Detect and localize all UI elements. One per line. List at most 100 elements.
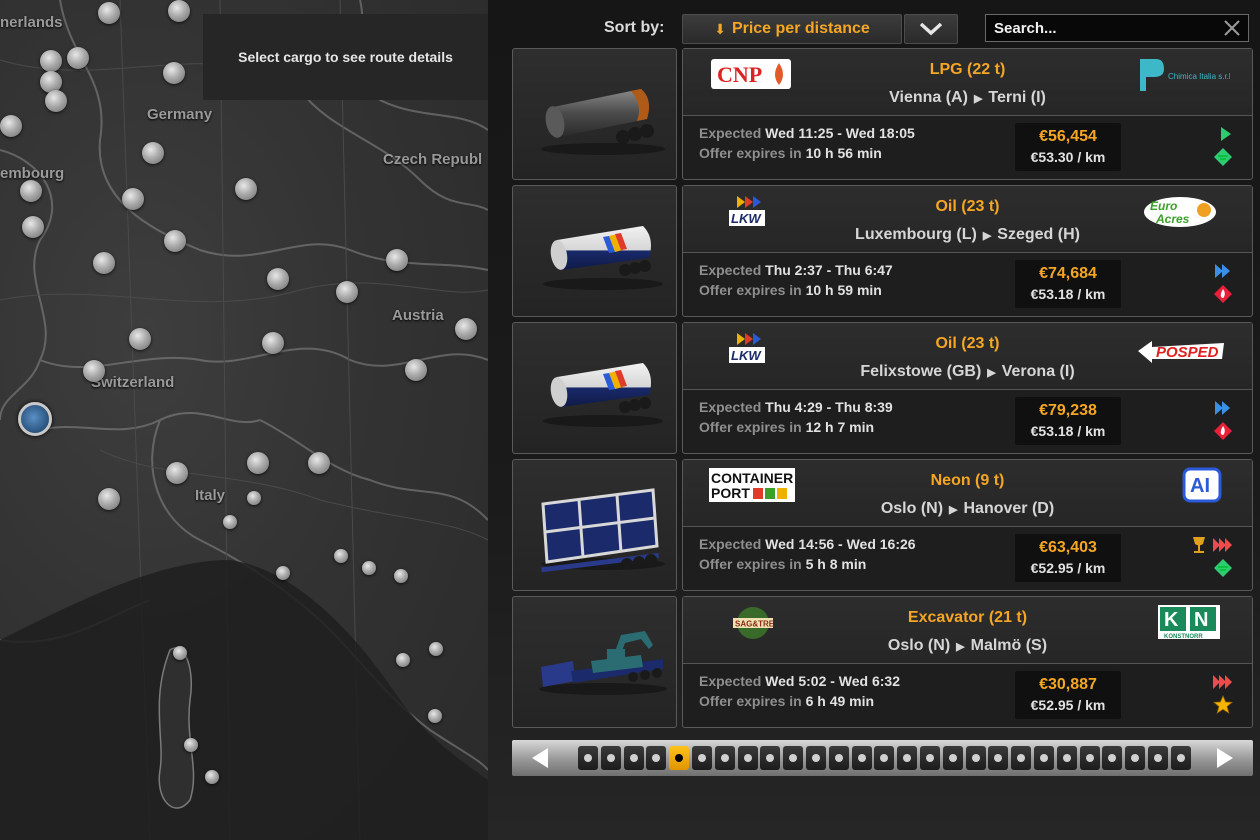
trailer-thumbnail[interactable] [512, 459, 677, 591]
city-marker[interactable] [22, 216, 44, 238]
city-marker[interactable] [205, 770, 219, 784]
page-dot[interactable] [1011, 746, 1032, 770]
cargo-offer[interactable]: CONTAINER PORT Neon (9 t) Oslo (N) ▶ Hanov… [512, 459, 1253, 591]
city-marker[interactable] [98, 2, 120, 24]
page-dot[interactable] [828, 746, 849, 770]
cargo-offer-details[interactable]: SAG&TRE Excavator (21 t) Oslo (N) ▶ Malmö … [682, 596, 1253, 728]
page-dot[interactable] [1170, 746, 1191, 770]
page-dot[interactable] [646, 746, 667, 770]
page-dot[interactable] [965, 746, 986, 770]
city-marker[interactable] [428, 709, 442, 723]
city-marker[interactable] [334, 549, 348, 563]
city-marker[interactable] [164, 230, 186, 252]
page-dot[interactable] [851, 746, 872, 770]
page-dot[interactable] [1125, 746, 1146, 770]
page-dot[interactable] [942, 746, 963, 770]
page-dot[interactable] [920, 746, 940, 770]
page-dot[interactable] [874, 746, 895, 770]
svg-text:KONSTNORR: KONSTNORR [1164, 634, 1203, 640]
expected-label: Expected [699, 399, 762, 415]
next-page-button[interactable] [1197, 740, 1253, 776]
city-marker[interactable] [396, 653, 410, 667]
city-marker[interactable] [267, 268, 289, 290]
page-dot[interactable] [988, 746, 1009, 770]
cargo-offer-details[interactable]: CNP LPG (22 t) Vienna (A) ▶ Terni (I) Chim… [682, 48, 1253, 180]
city-marker[interactable] [40, 50, 62, 72]
page-dot[interactable] [692, 746, 712, 770]
urgency-important-icon [1215, 264, 1230, 278]
city-marker[interactable] [93, 252, 115, 274]
trailer-thumbnail[interactable] [512, 185, 677, 317]
city-marker[interactable] [455, 318, 477, 340]
page-dot[interactable] [1148, 746, 1168, 770]
city-marker[interactable] [129, 328, 151, 350]
city-marker[interactable] [336, 281, 358, 303]
city-marker[interactable] [163, 62, 185, 84]
world-map[interactable]: nerlands Germany Czech Republ embourg Au… [0, 0, 488, 840]
page-dot[interactable] [897, 746, 918, 770]
offer-header: SAG&TRE Excavator (21 t) Oslo (N) ▶ Malmö … [683, 597, 1252, 664]
page-dot[interactable] [600, 746, 621, 770]
page-dot[interactable] [1079, 746, 1100, 770]
cargo-offer-details[interactable]: CONTAINER PORT Neon (9 t) Oslo (N) ▶ Hanov… [682, 459, 1253, 591]
search-input[interactable] [986, 15, 1216, 41]
city-marker[interactable] [166, 462, 188, 484]
city-marker[interactable] [168, 0, 190, 22]
player-location-icon[interactable] [18, 402, 52, 436]
trailer-thumbnail[interactable] [512, 48, 677, 180]
cargo-offer[interactable]: LKW Oil (23 t) Felixstowe (GB) ▶ Verona (I… [512, 322, 1253, 454]
city-marker[interactable] [235, 178, 257, 200]
sort-dropdown-button[interactable] [904, 14, 958, 44]
page-dot[interactable] [714, 746, 735, 770]
city-marker[interactable] [429, 642, 443, 656]
city-marker[interactable] [405, 359, 427, 381]
city-marker[interactable] [0, 115, 22, 137]
page-dot[interactable] [783, 746, 804, 770]
previous-page-button[interactable] [512, 740, 568, 776]
city-marker[interactable] [122, 188, 144, 210]
page-dot[interactable] [1034, 746, 1054, 770]
cargo-offer[interactable]: CNP LPG (22 t) Vienna (A) ▶ Terni (I) Chim… [512, 48, 1253, 180]
page-dot[interactable] [1056, 746, 1077, 770]
sort-select[interactable]: ⬇ Price per distance [682, 14, 902, 44]
route-hint-panel: Select cargo to see route details [203, 14, 488, 100]
city-marker[interactable] [276, 566, 290, 580]
city-marker[interactable] [142, 142, 164, 164]
urgency-normal-icon [1221, 127, 1231, 141]
hazardous-flammable-icon [1214, 285, 1232, 303]
page-dot[interactable] [1102, 746, 1123, 770]
city-marker[interactable] [184, 738, 198, 752]
city-marker[interactable] [386, 249, 408, 271]
page-dot[interactable] [623, 746, 644, 770]
page-dot[interactable] [578, 746, 598, 770]
destination-city: Hanover (D) [963, 500, 1055, 517]
close-icon[interactable] [1222, 18, 1242, 38]
city-marker[interactable] [20, 180, 42, 202]
trailer-thumbnail[interactable] [512, 322, 677, 454]
cargo-offer[interactable]: LKW Oil (23 t) Luxembourg (L) ▶ Szeged (H)… [512, 185, 1253, 317]
city-marker[interactable] [67, 47, 89, 69]
total-price: €30,887 [1039, 676, 1097, 693]
cargo-offer[interactable]: SAG&TRE Excavator (21 t) Oslo (N) ▶ Malmö … [512, 596, 1253, 728]
city-marker[interactable] [394, 569, 408, 583]
cargo-offer-details[interactable]: LKW Oil (23 t) Felixstowe (GB) ▶ Verona (I… [682, 322, 1253, 454]
map-label-czech-republic: Czech Republ [383, 151, 483, 168]
price-box: €30,887 €52.95 / km [1015, 671, 1121, 719]
page-dot[interactable] [760, 746, 781, 770]
city-marker[interactable] [98, 488, 120, 510]
page-dot-active[interactable] [669, 746, 690, 770]
city-marker[interactable] [173, 646, 187, 660]
city-marker[interactable] [45, 90, 67, 112]
city-marker[interactable] [362, 561, 376, 575]
page-dot[interactable] [737, 746, 758, 770]
cargo-offer-details[interactable]: LKW Oil (23 t) Luxembourg (L) ▶ Szeged (H)… [682, 185, 1253, 317]
city-marker[interactable] [262, 332, 284, 354]
trailer-thumbnail[interactable] [512, 596, 677, 728]
city-marker[interactable] [247, 452, 269, 474]
city-marker[interactable] [223, 515, 237, 529]
city-marker[interactable] [247, 491, 261, 505]
city-marker[interactable] [83, 360, 105, 382]
city-marker[interactable] [308, 452, 330, 474]
expected-time: Thu 2:37 - Thu 6:47 [765, 262, 893, 278]
page-dot[interactable] [806, 746, 826, 770]
